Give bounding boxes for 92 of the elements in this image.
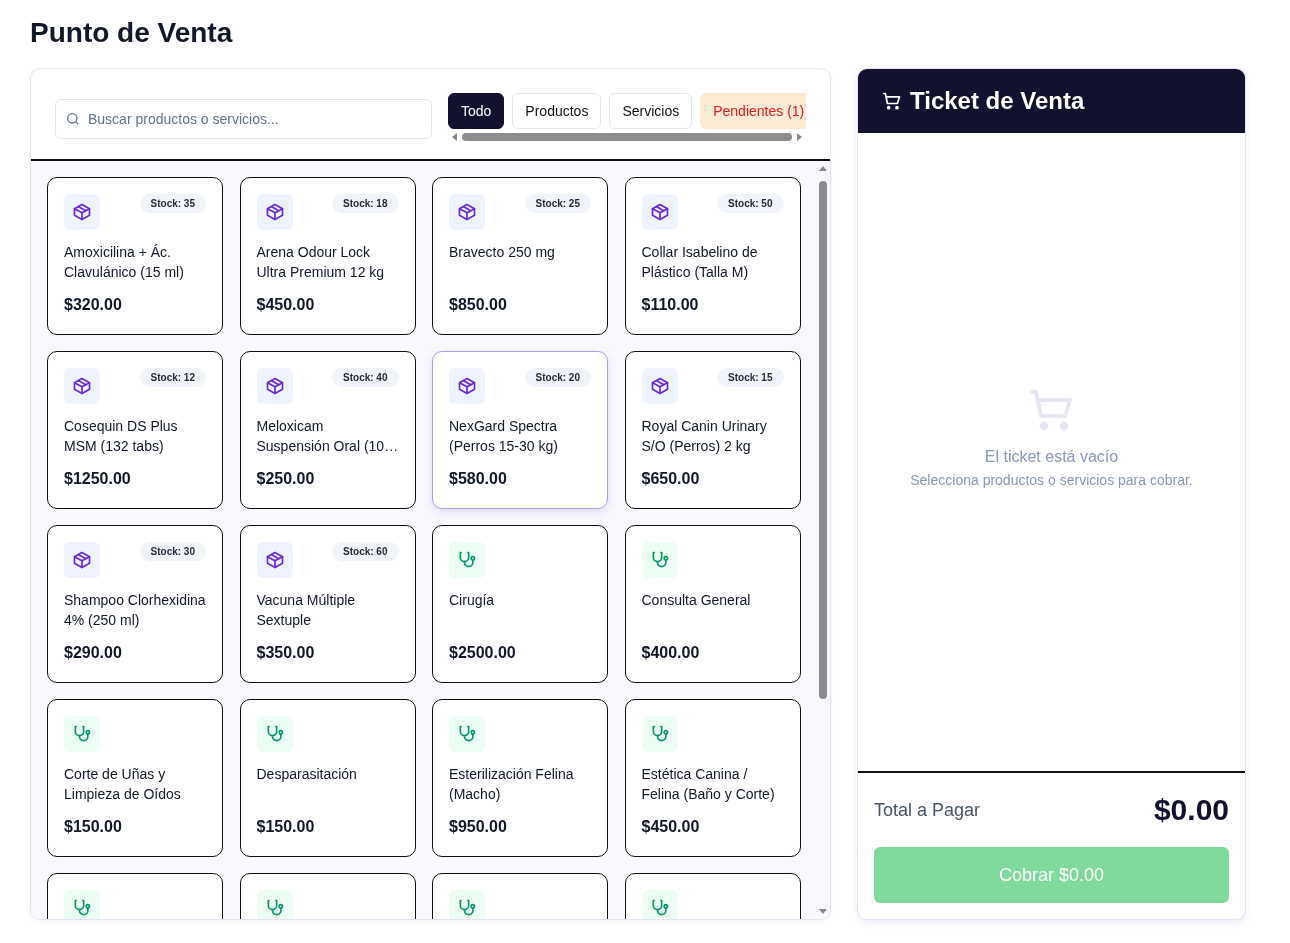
cart-icon — [882, 91, 902, 111]
box-icon — [72, 202, 92, 222]
empty-title: El ticket está vacío — [984, 448, 1119, 466]
item-price: $650.00 — [641, 470, 701, 488]
box-icon — [264, 376, 285, 396]
item-card[interactable]: Estética Canina / Felina (Baño y Corte) $450.00 — [624, 699, 801, 857]
stock-badge: Stock: 35 — [139, 194, 206, 213]
filter-tab[interactable]: Todo — [448, 93, 505, 129]
scrollbar-thumb[interactable] — [462, 133, 792, 141]
item-name: Cirugía — [449, 591, 496, 610]
scrollbar-thumb[interactable] — [819, 181, 827, 699]
box-icon — [457, 376, 477, 396]
stock-badge: Stock: 15 — [717, 368, 784, 387]
stock-badge: Stock: 60 — [332, 542, 399, 561]
item-name: Bravecto 250 mg — [449, 243, 556, 262]
stock-badge: Stock: 20 — [524, 368, 591, 387]
item-name: Royal Canin Urinary S/O (Perros) 2 kg — [641, 417, 768, 456]
stock-badge: Stock: 25 — [524, 194, 591, 213]
stethoscope-icon — [72, 724, 92, 744]
item-card[interactable]: Consulta General $400.00 — [624, 525, 801, 683]
filter-tab[interactable]: Pendientes (1) — [700, 93, 806, 129]
item-price: $580.00 — [449, 470, 508, 488]
item-price: $250.00 — [256, 470, 316, 488]
total-label: Total a Pagar — [874, 799, 981, 821]
item-price: $150.00 — [64, 818, 123, 836]
item-price: $290.00 — [64, 644, 123, 662]
item-card[interactable]: Stock: 15 Royal Canin Urinary S/O (Perros) 2 kg $650.00 — [624, 351, 801, 509]
box-icon — [457, 202, 477, 222]
item-card[interactable]: Stock: 20 NexGard Spectra (Perros 15-30 kg) $580.00 — [432, 351, 608, 509]
stock-badge: Stock: 50 — [717, 194, 784, 213]
box-icon — [72, 550, 92, 570]
item-card[interactable]: Corte de Uñas y Limpieza de Oídos $150.00 — [47, 699, 223, 857]
stock-badge: Stock: 30 — [139, 542, 206, 561]
item-name: Shampoo Clorhexidina 4% (250 ml) — [64, 591, 206, 630]
filter-tab[interactable]: Productos — [512, 93, 602, 129]
stethoscope-icon — [72, 898, 92, 918]
scroll-up-icon[interactable] — [819, 165, 827, 171]
item-name: Esterilización Felina (Macho) — [449, 765, 575, 804]
item-card[interactable]: Esterilización Felina (Macho) $950.00 — [432, 699, 608, 857]
item-name: Meloxicam Suspensión Oral (10… — [256, 417, 399, 456]
item-card[interactable]: Stock: 18 Arena Odour Lock Ultra Premium 12 kg $450.00 — [239, 177, 416, 335]
item-name: Cosequin DS Plus MSM (132 tabs) — [64, 417, 179, 456]
page-title: Punto de Venta — [30, 16, 234, 50]
item-card[interactable]: Stock: 30 Shampoo Clorhexidina 4% (250 ml) $290.00 — [47, 525, 223, 683]
box-icon — [649, 202, 670, 222]
item-price: $110.00 — [641, 296, 700, 314]
item-price: $450.00 — [641, 818, 701, 836]
item-price: $320.00 — [64, 296, 123, 314]
item-price: $450.00 — [256, 296, 316, 314]
item-name: Consulta General — [641, 591, 752, 610]
item-card[interactable]: Stock: 40 Meloxicam Suspensión Oral (10… $250.00 — [239, 351, 416, 509]
stethoscope-icon — [457, 724, 477, 744]
stock-badge: Stock: 12 — [139, 368, 206, 387]
item-name: Amoxicilina + Ác. Clavulánico (15 ml) — [64, 243, 185, 282]
box-icon — [264, 550, 285, 570]
item-name: Desparasitación — [256, 765, 358, 784]
filter-tab[interactable]: Servicios — [609, 93, 693, 129]
scroll-right-icon[interactable] — [796, 133, 802, 141]
item-price: $150.00 — [256, 818, 316, 836]
item-price: $350.00 — [256, 644, 316, 662]
box-icon — [264, 202, 285, 222]
box-icon — [649, 376, 670, 396]
item-price: $1250.00 — [64, 470, 132, 488]
stethoscope-icon — [457, 898, 477, 918]
item-card[interactable]: Stock: 25 Bravecto 250 mg $850.00 — [432, 177, 608, 335]
empty-hint: Selecciona productos o servicios para cobrar. — [910, 472, 1193, 488]
box-icon — [72, 376, 92, 396]
item-card[interactable]: Stock: 60 Vacuna Múltiple Sextuple $350.00 — [239, 525, 416, 683]
item-price: $850.00 — [449, 296, 508, 314]
item-card[interactable]: Desparasitación $150.00 — [239, 699, 416, 857]
item-price: $2500.00 — [449, 644, 517, 662]
item-name: Arena Odour Lock Ultra Premium 12 kg — [256, 243, 386, 282]
item-price: $400.00 — [641, 644, 701, 662]
ticket-title: Ticket de Venta — [910, 87, 1085, 115]
scroll-down-icon[interactable] — [819, 909, 827, 915]
item-name: Vacuna Múltiple Sextuple — [256, 591, 357, 630]
item-name: Corte de Uñas y Limpieza de Oídos — [64, 765, 182, 804]
item-card[interactable]: Stock: 35 Amoxicilina + Ác. Clavulánico (15 ml) $320.00 — [47, 177, 223, 335]
total-amount: $0.00 — [1153, 793, 1229, 827]
item-card[interactable]: Cirugía $2500.00 — [432, 525, 608, 683]
item-name: NexGard Spectra (Perros 15-30 kg) — [449, 417, 559, 456]
stock-badge: Stock: 18 — [332, 194, 399, 213]
item-card[interactable]: Stock: 50 Collar Isabelino de Plástico (Talla M) $110.00 — [624, 177, 801, 335]
scroll-left-icon[interactable] — [452, 133, 458, 141]
item-price: $950.00 — [449, 818, 508, 836]
stethoscope-icon — [457, 550, 477, 570]
item-name: Collar Isabelino de Plástico (Talla M) — [641, 243, 759, 282]
stock-badge: Stock: 40 — [332, 368, 399, 387]
item-card[interactable]: Stock: 12 Cosequin DS Plus MSM (132 tabs) $1250.00 — [47, 351, 223, 509]
item-name: Estética Canina / Felina (Baño y Corte) — [641, 765, 776, 804]
search-field[interactable]: Buscar productos o servicios... — [55, 99, 432, 139]
search-icon — [65, 111, 81, 127]
